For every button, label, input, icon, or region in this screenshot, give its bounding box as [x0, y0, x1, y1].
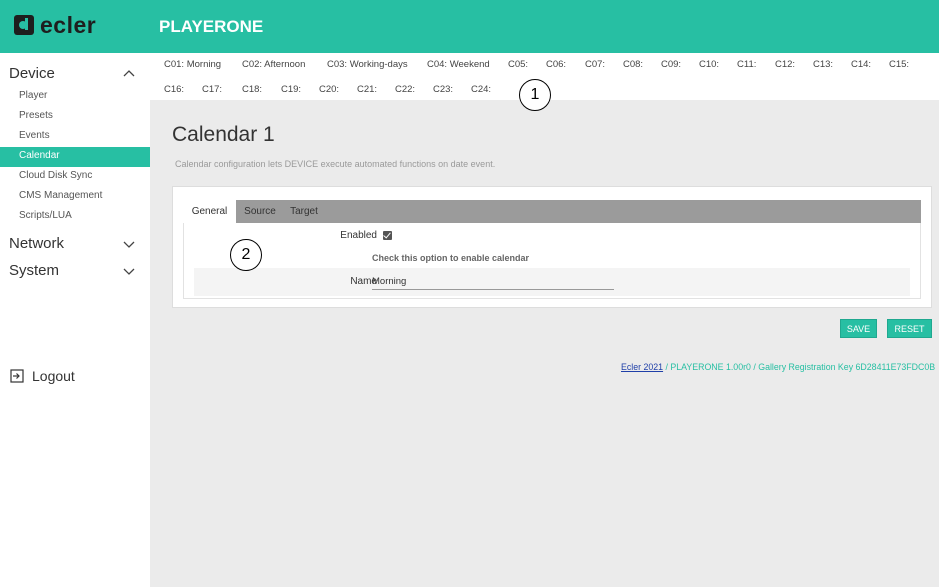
calendar-tab-c12[interactable]: C12: — [775, 59, 795, 70]
callout-1: 1 — [519, 79, 551, 111]
app-window: ecler PLAYERONE Device Player Presets Ev… — [0, 0, 939, 587]
calendar-tab-c01[interactable]: C01: Morning — [164, 59, 221, 70]
calendar-settings-panel: General Source Target Enabled Check this… — [172, 186, 932, 308]
main-content: C01: Morning C02: Afternoon C03: Working… — [150, 53, 939, 587]
enabled-checkbox[interactable] — [383, 231, 392, 240]
calendar-tab-c06[interactable]: C06: — [546, 59, 566, 70]
enabled-hint: Check this option to enable calendar — [372, 253, 530, 263]
sidebar-group-system[interactable]: System — [0, 260, 150, 282]
name-label: Name — [350, 276, 377, 287]
calendar-tabs: C01: Morning C02: Afternoon C03: Working… — [150, 53, 939, 111]
logout-label: Logout — [32, 368, 75, 384]
footer: Ecler 2021 / PLAYERONE 1.00r0 / Gallery … — [621, 362, 935, 372]
sidebar-item-player[interactable]: Player — [0, 87, 150, 107]
sidebar: Device Player Presets Events Calendar Cl… — [0, 53, 150, 587]
calendar-tab-c05[interactable]: C05: — [508, 59, 528, 70]
logout-icon — [10, 369, 24, 383]
sidebar-item-presets[interactable]: Presets — [0, 107, 150, 127]
calendar-tab-c08[interactable]: C08: — [623, 59, 643, 70]
calendar-tab-c07[interactable]: C07: — [585, 59, 605, 70]
calendar-tab-c22[interactable]: C22: — [395, 84, 415, 95]
calendar-tab-c14[interactable]: C14: — [851, 59, 871, 70]
panel-body: Enabled Check this option to enable cale… — [183, 223, 921, 299]
calendar-tab-c24[interactable]: C24: — [471, 84, 491, 95]
footer-text: / PLAYERONE 1.00r0 / Gallery Registratio… — [663, 362, 936, 372]
ecler-logo[interactable]: ecler — [14, 12, 96, 38]
chevron-down-icon — [123, 241, 135, 248]
sidebar-item-cms-management[interactable]: CMS Management — [0, 187, 150, 207]
calendar-tab-c20[interactable]: C20: — [319, 84, 339, 95]
tab-general[interactable]: General — [183, 200, 236, 223]
sidebar-group-network[interactable]: Network — [0, 233, 150, 255]
save-button[interactable]: SAVE — [840, 319, 877, 338]
ecler-logo-icon — [14, 15, 34, 35]
calendar-tab-c23[interactable]: C23: — [433, 84, 453, 95]
sidebar-item-events[interactable]: Events — [0, 127, 150, 147]
top-bar: ecler PLAYERONE — [0, 0, 939, 53]
tab-target[interactable]: Target — [284, 200, 324, 223]
panel-tab-bar: General Source Target — [183, 200, 921, 223]
chevron-down-icon — [123, 268, 135, 275]
sidebar-item-cloud-disk-sync[interactable]: Cloud Disk Sync — [0, 167, 150, 187]
sidebar-group-label: System — [9, 262, 60, 279]
calendar-tab-c18[interactable]: C18: — [242, 84, 262, 95]
chevron-up-icon — [123, 70, 135, 77]
calendar-tab-c17[interactable]: C17: — [202, 84, 222, 95]
name-input[interactable] — [372, 273, 614, 290]
logo-text: ecler — [40, 12, 97, 38]
calendar-tab-c19[interactable]: C19: — [281, 84, 301, 95]
calendar-tab-c11[interactable]: C11: — [737, 59, 756, 70]
sidebar-group-label: Network — [9, 235, 65, 252]
calendar-tab-c09[interactable]: C09: — [661, 59, 681, 70]
page-title: Calendar 1 — [172, 123, 275, 146]
sidebar-group-device[interactable]: Device — [0, 63, 150, 85]
calendar-tab-c02[interactable]: C02: Afternoon — [242, 59, 305, 70]
enabled-label: Enabled — [340, 230, 377, 241]
tab-source[interactable]: Source — [236, 200, 284, 223]
calendar-tab-c13[interactable]: C13: — [813, 59, 833, 70]
callout-2: 2 — [230, 239, 262, 271]
calendar-tab-c21[interactable]: C21: — [357, 84, 377, 95]
sidebar-item-scripts-lua[interactable]: Scripts/LUA — [0, 207, 150, 227]
calendar-tab-c10[interactable]: C10: — [699, 59, 719, 70]
calendar-tab-c03[interactable]: C03: Working-days — [327, 59, 408, 70]
calendar-tab-c16[interactable]: C16: — [164, 84, 184, 95]
app-title: PLAYERONE — [159, 17, 264, 36]
calendar-tab-c15[interactable]: C15: — [889, 59, 909, 70]
sidebar-group-label: Device — [9, 65, 55, 82]
reset-button[interactable]: RESET — [887, 319, 932, 338]
logout-button[interactable]: Logout — [10, 366, 75, 386]
footer-link[interactable]: Ecler 2021 — [621, 362, 663, 372]
page-description: Calendar configuration lets DEVICE execu… — [175, 159, 496, 169]
calendar-tab-c04[interactable]: C04: Weekend — [427, 59, 490, 70]
sidebar-item-calendar[interactable]: Calendar — [0, 147, 150, 167]
